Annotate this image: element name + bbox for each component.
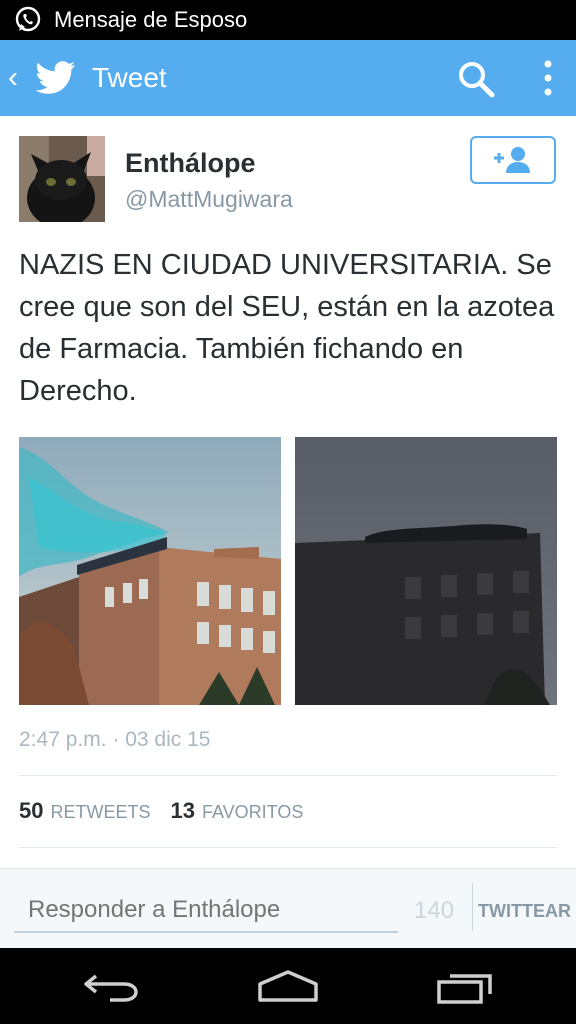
reply-bar: 140 TWITTEAR: [0, 868, 576, 948]
overflow-menu-icon[interactable]: [538, 58, 558, 98]
back-nav-icon[interactable]: [82, 970, 140, 1004]
avatar[interactable]: [19, 136, 105, 222]
divider: [472, 883, 473, 931]
twitter-bird-icon[interactable]: [36, 61, 76, 95]
tweet-text: NAZIS EN CIUDAD UNIVERSITARIA. Se cree q…: [19, 249, 555, 407]
home-nav-icon[interactable]: [258, 970, 318, 1002]
navigation-bar: [0, 948, 576, 1024]
tweet-photo[interactable]: [19, 437, 281, 705]
divider: [19, 775, 557, 776]
retweets-label[interactable]: RETWEETS: [50, 802, 150, 823]
tweet-stats: 50 RETWEETS 13 FAVORITOS: [19, 798, 323, 824]
reply-input[interactable]: [14, 889, 398, 933]
tweet-photo[interactable]: [295, 437, 557, 705]
back-icon[interactable]: ‹: [8, 63, 30, 93]
whatsapp-icon: [15, 6, 41, 32]
page-title: Tweet: [92, 62, 167, 93]
author-handle[interactable]: @MattMugiwara: [125, 186, 293, 213]
follow-button[interactable]: [470, 136, 556, 184]
app-bar: ‹ Tweet: [0, 40, 576, 116]
author-name[interactable]: Enthálope: [125, 148, 256, 179]
retweets-count[interactable]: 50: [19, 798, 43, 824]
favorites-label[interactable]: FAVORITOS: [202, 802, 303, 823]
divider: [19, 847, 557, 848]
tweet-author: Enthálope @MattMugiwara: [19, 136, 557, 226]
notification-text: Mensaje de Esposo: [54, 7, 248, 32]
tweet-submit-button[interactable]: TWITTEAR: [478, 901, 571, 922]
add-user-icon: [494, 147, 530, 173]
favorites-count[interactable]: 13: [171, 798, 195, 824]
status-bar: Mensaje de Esposo: [0, 0, 576, 40]
tweet-timestamp: 2:47 p.m. · 03 dic 15: [19, 728, 211, 751]
recents-nav-icon[interactable]: [436, 972, 494, 1004]
char-count: 140: [414, 897, 455, 924]
search-icon[interactable]: [456, 59, 496, 99]
